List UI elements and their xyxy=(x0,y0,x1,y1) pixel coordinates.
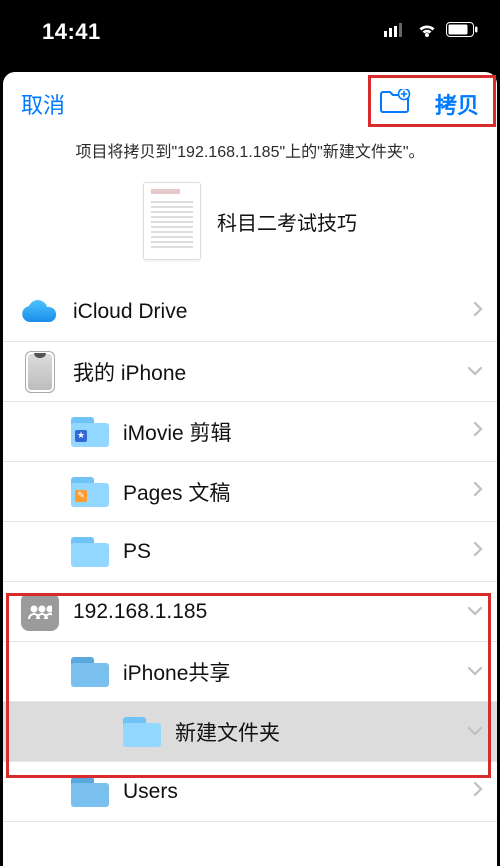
location-row-ps[interactable]: PS xyxy=(3,522,497,582)
phone-icon xyxy=(19,351,61,393)
chevron-right-icon xyxy=(473,481,483,502)
location-row-iphone-share[interactable]: iPhone共享 xyxy=(3,642,497,702)
nav-actions: 拷贝 xyxy=(379,88,479,120)
location-row-myiphone[interactable]: 我的 iPhone xyxy=(3,342,497,402)
chevron-down-icon xyxy=(467,363,483,381)
folder-icon xyxy=(121,711,163,753)
chevron-right-icon xyxy=(473,421,483,442)
file-preview: 科目二考试技巧 xyxy=(3,166,497,282)
folder-dark-icon xyxy=(69,771,111,813)
location-label: 192.168.1.185 xyxy=(61,600,467,624)
icloud-icon xyxy=(19,291,61,333)
chevron-right-icon xyxy=(473,301,483,322)
location-row-newfolder[interactable]: 新建文件夹 xyxy=(3,702,497,762)
status-indicators xyxy=(384,22,478,43)
folder-dark-icon xyxy=(69,651,111,693)
status-time: 14:41 xyxy=(42,19,101,45)
location-label: iMovie 剪辑 xyxy=(111,417,473,447)
cancel-button[interactable]: 取消 xyxy=(21,88,65,120)
copy-sheet: 取消 拷贝 项目将拷贝到"192.168.1.185"上的"新建文件夹"。 科目… xyxy=(3,72,497,866)
location-label: iCloud Drive xyxy=(61,300,473,324)
folder-star-icon: ★ xyxy=(69,411,111,453)
folder-pen-icon: ✎ xyxy=(69,471,111,513)
server-icon xyxy=(19,591,61,633)
chevron-down-icon xyxy=(467,663,483,681)
location-label: Users xyxy=(111,780,473,804)
location-row-icloud[interactable]: iCloud Drive xyxy=(3,282,497,342)
location-label: 新建文件夹 xyxy=(163,717,467,747)
locations-list: iCloud Drive我的 iPhone★iMovie 剪辑✎Pages 文稿… xyxy=(3,282,497,822)
folder-icon xyxy=(69,531,111,573)
chevron-down-icon xyxy=(467,723,483,741)
new-folder-icon[interactable] xyxy=(379,89,411,120)
battery-icon xyxy=(446,22,478,42)
destination-description: 项目将拷贝到"192.168.1.185"上的"新建文件夹"。 xyxy=(3,130,497,166)
location-label: iPhone共享 xyxy=(111,657,467,687)
location-row-server[interactable]: 192.168.1.185 xyxy=(3,582,497,642)
nav-bar: 取消 拷贝 xyxy=(3,72,497,130)
chevron-right-icon xyxy=(473,781,483,802)
file-thumbnail xyxy=(143,182,201,260)
wifi-icon xyxy=(416,22,438,43)
location-label: PS xyxy=(111,540,473,564)
location-row-pages[interactable]: ✎Pages 文稿 xyxy=(3,462,497,522)
chevron-down-icon xyxy=(467,603,483,621)
chevron-right-icon xyxy=(473,541,483,562)
location-label: Pages 文稿 xyxy=(111,477,473,507)
location-row-users[interactable]: Users xyxy=(3,762,497,822)
status-bar: 14:41 xyxy=(0,0,500,72)
copy-button[interactable]: 拷贝 xyxy=(435,88,479,120)
cellular-icon xyxy=(384,23,408,42)
location-row-imovie[interactable]: ★iMovie 剪辑 xyxy=(3,402,497,462)
location-label: 我的 iPhone xyxy=(61,357,467,387)
file-name: 科目二考试技巧 xyxy=(217,207,357,236)
